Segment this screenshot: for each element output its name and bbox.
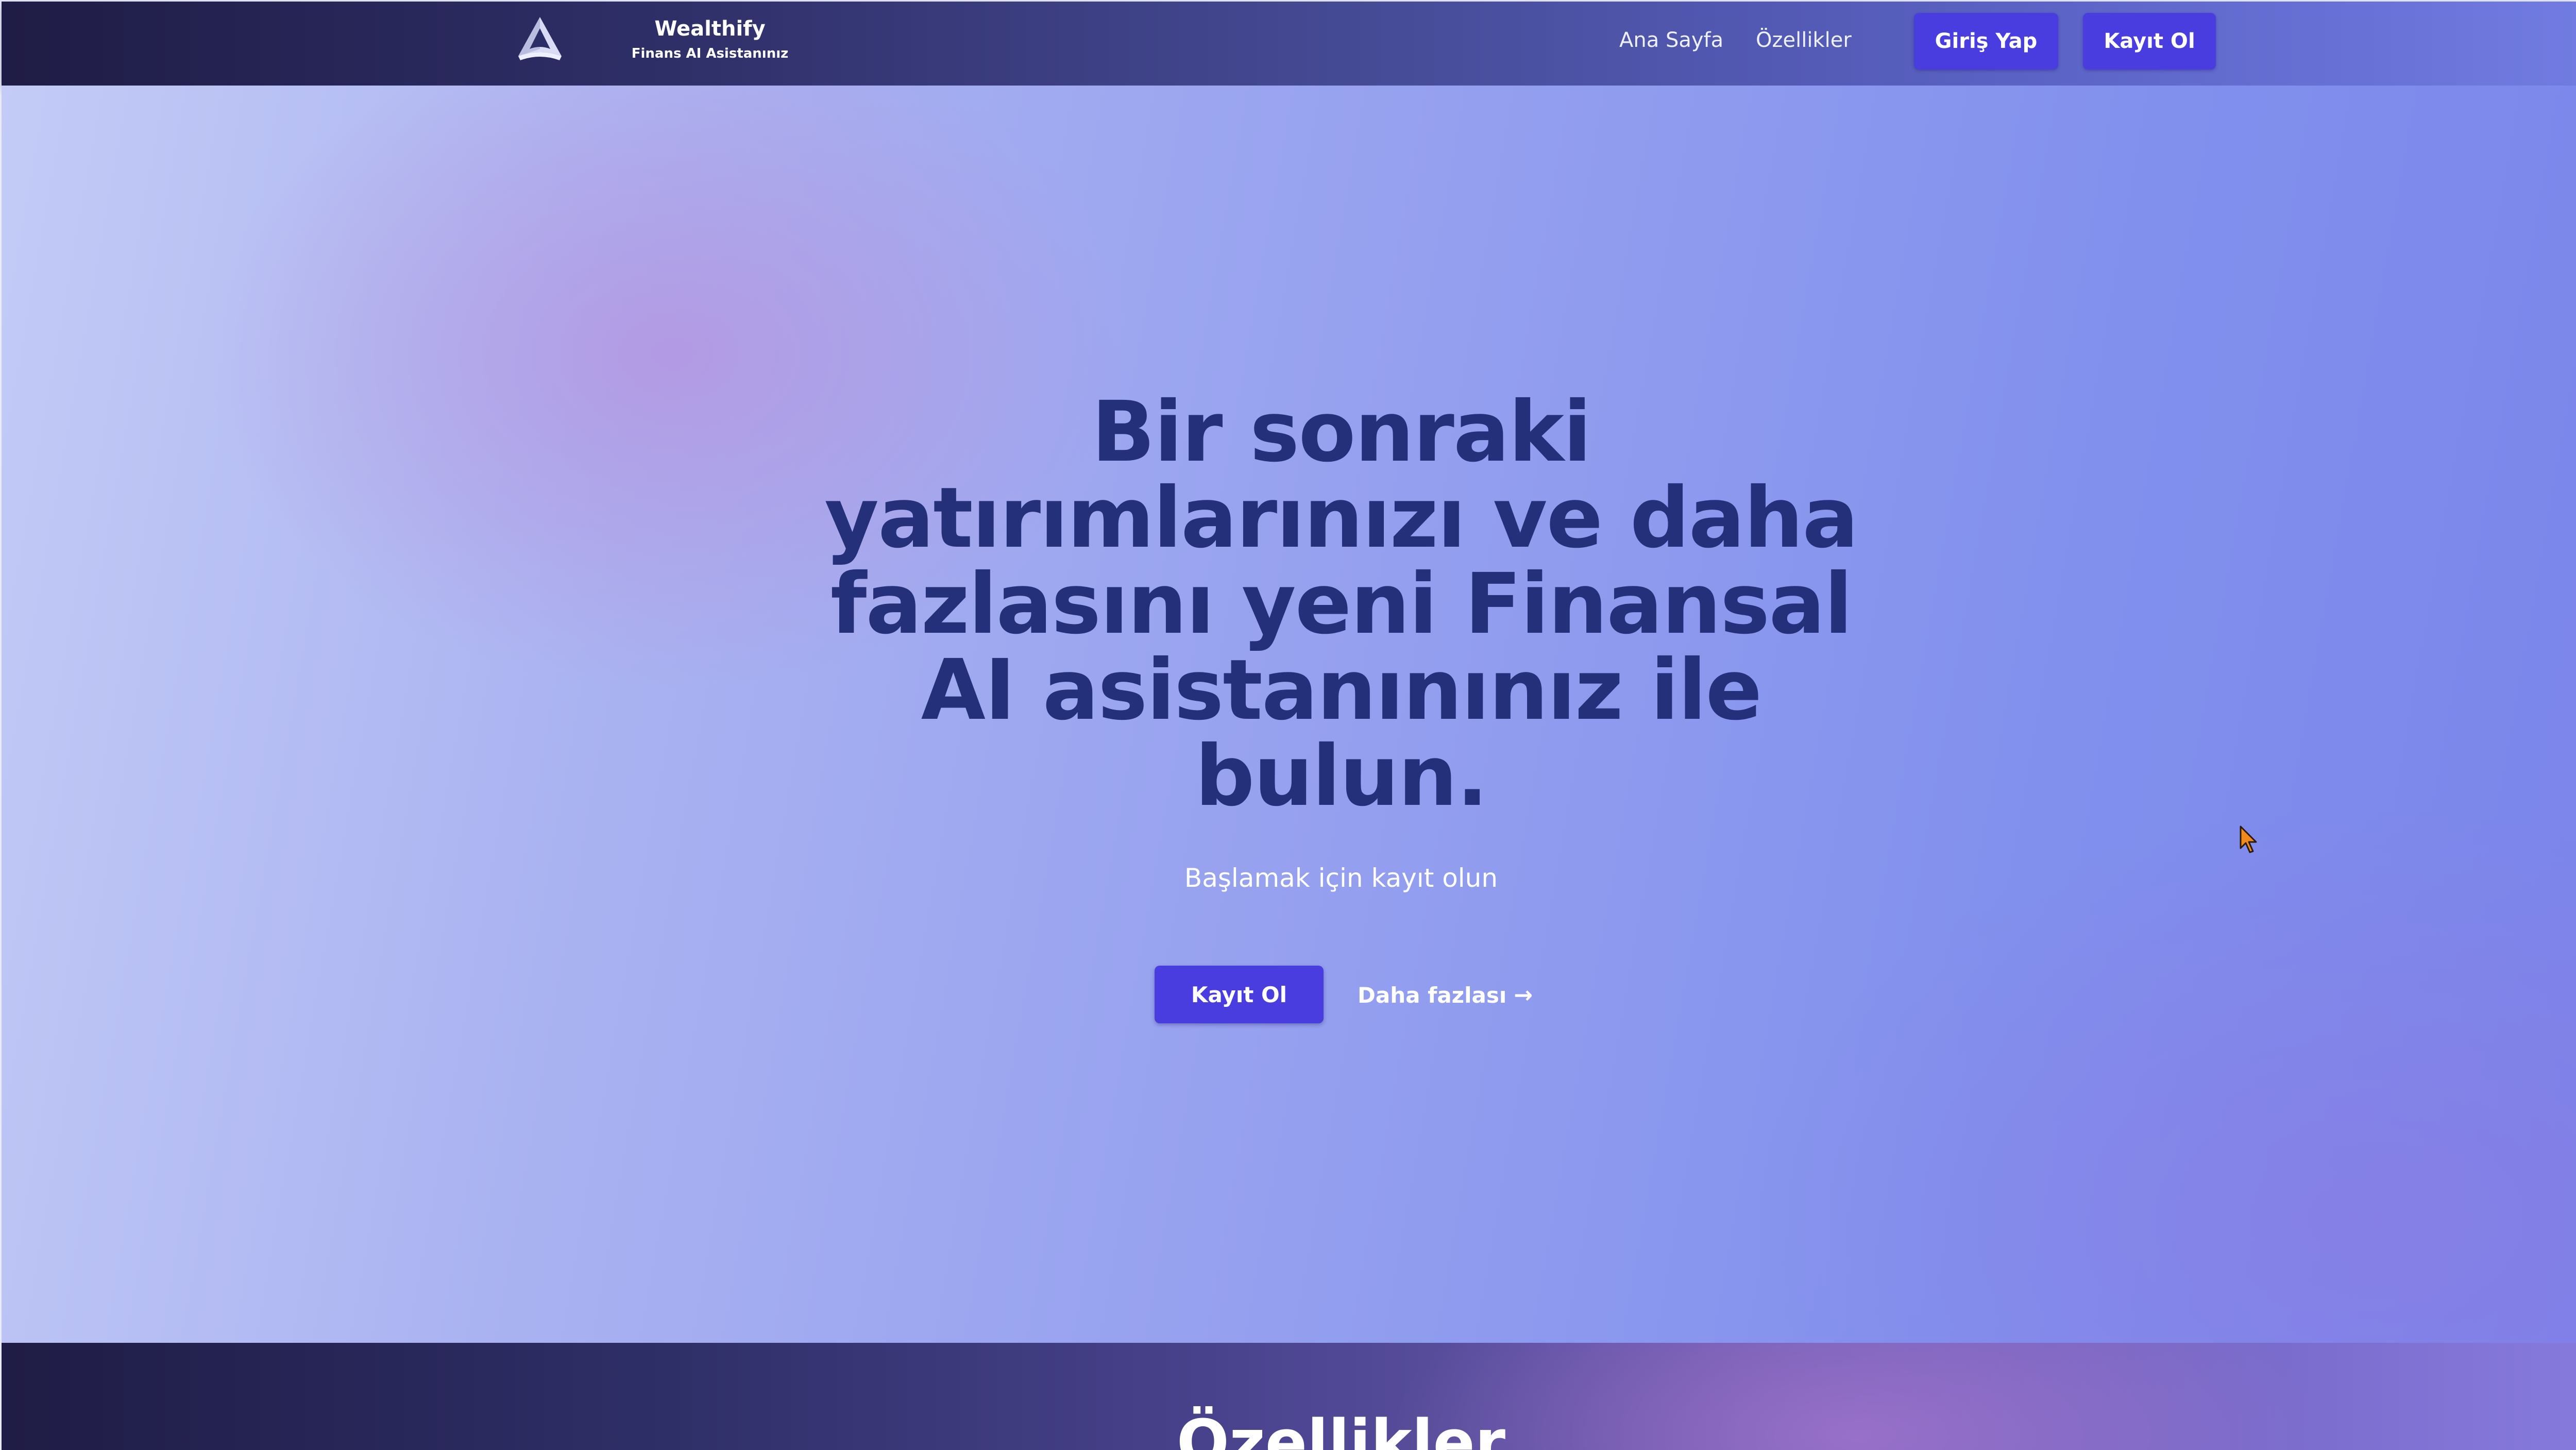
signup-button[interactable]: Kayıt Ol (2083, 13, 2216, 70)
triangle-logo-icon[interactable] (514, 13, 566, 64)
mouse-cursor-icon (2240, 825, 2257, 853)
brand-tagline: Finans AI Asistanınız (631, 46, 789, 61)
learn-more-link[interactable]: Daha fazlası → (1358, 977, 1533, 1013)
top-navbar: Wealthify Finans AI Asistanınız Ana Sayf… (2, 2, 2576, 86)
nav-link-features[interactable]: Özellikler (1756, 27, 1852, 53)
hero-title: Bir sonraki yatırımlarınızı ve daha fazl… (824, 384, 1858, 825)
hero-subtitle: Başlamak için kayıt olun (1184, 863, 1498, 893)
brand-name[interactable]: Wealthify (622, 17, 798, 41)
features-section: Özellikler (2, 1343, 2576, 1450)
features-title: Özellikler (1176, 1407, 1506, 1450)
arrow-right-icon: → (1514, 982, 1533, 1008)
learn-more-label: Daha fazlası (1358, 982, 1507, 1008)
login-button[interactable]: Giriş Yap (1914, 13, 2058, 70)
hero-section: Bir sonraki yatırımlarınızı ve daha fazl… (2, 86, 2576, 1343)
nav-link-home[interactable]: Ana Sayfa (1619, 27, 1723, 53)
hero-signup-button[interactable]: Kayıt Ol (1155, 966, 1324, 1023)
